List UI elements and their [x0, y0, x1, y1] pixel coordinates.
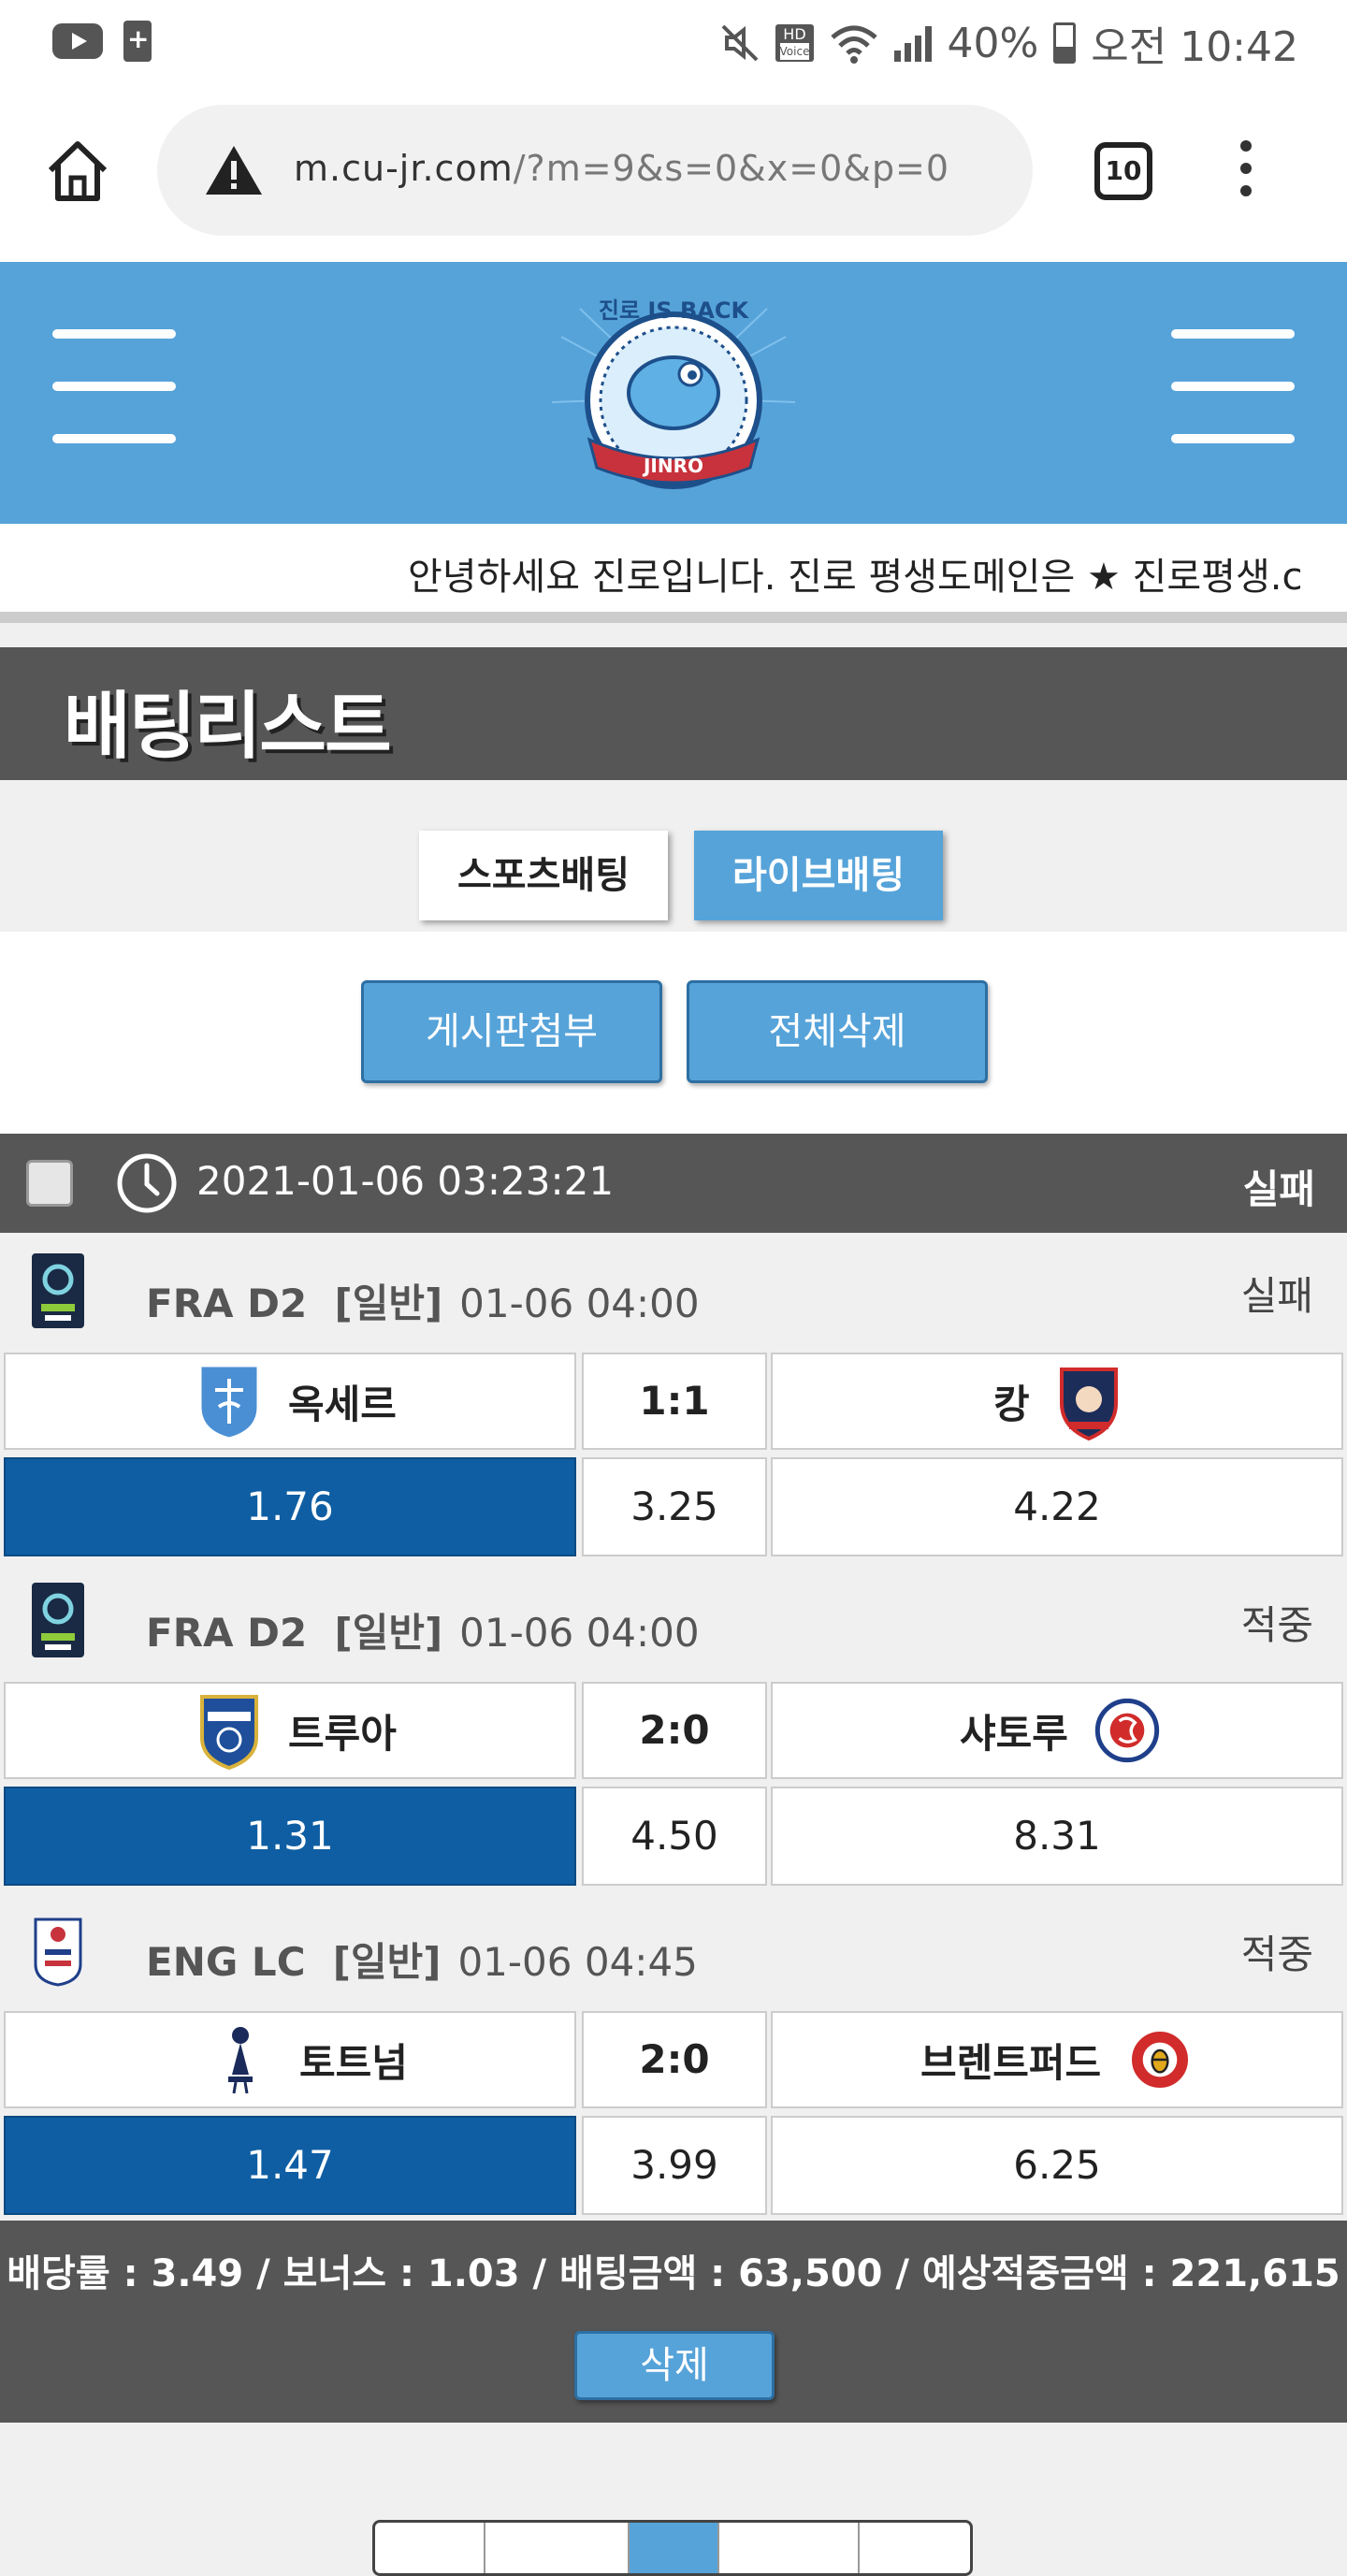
home-team: 옥세르 — [4, 1353, 576, 1450]
pagination — [372, 2520, 973, 2576]
tottenham-crest-icon — [228, 2027, 253, 2094]
odd-draw[interactable]: 3.25 — [582, 1457, 767, 1556]
chateauroux-crest-icon — [1094, 1698, 1160, 1763]
site-header: JINRO 진로 IS BACK — [0, 262, 1347, 524]
match-league: FRA D2 [일반] 01-06 04:00 — [146, 1610, 700, 1656]
jinro-logo[interactable]: JINRO 진로 IS BACK — [543, 281, 804, 514]
notice-marquee: 안녕하세요 진로입니다. 진로 평생도메인은 ★ 진로평생.c — [0, 524, 1347, 623]
hamburger-icon[interactable] — [52, 329, 176, 486]
match-score: 1:1 — [582, 1353, 767, 1450]
match-block: ENG LC [일반] 01-06 04:45 적중 토트넘 2:0 브렌트퍼드 … — [0, 1891, 1347, 2221]
logo-top-text: 진로 IS BACK — [599, 297, 750, 324]
battery-saver-icon — [123, 21, 152, 62]
page-next-button[interactable] — [719, 2523, 860, 2573]
battery-percent: 40% — [947, 19, 1039, 67]
troyes-crest-icon — [200, 1695, 258, 1770]
odd-draw[interactable]: 3.99 — [582, 2116, 767, 2215]
browser-toolbar: m.cu-jr.com/?m=9&s=0&x=0&p=0 10 — [0, 80, 1347, 262]
page-first-button[interactable] — [375, 2523, 485, 2573]
address-bar[interactable]: m.cu-jr.com/?m=9&s=0&x=0&p=0 — [157, 105, 1033, 236]
bet-summary: 배당률 : 3.49 / 보너스 : 1.03 / 배팅금액 : 63,500 … — [0, 2221, 1347, 2423]
summary-text: 배당률 : 3.49 / 보너스 : 1.03 / 배팅금액 : 63,500 … — [7, 2252, 1340, 2295]
tab-live-betting[interactable]: 라이브배팅 — [694, 831, 943, 920]
wifi-icon — [831, 25, 878, 64]
match-info: FRA D2 [일반] 01-06 04:00 적중 — [0, 1562, 1347, 1682]
match-result: 적중 — [1240, 1932, 1313, 1977]
page-title-bar: 배팅리스트 — [0, 647, 1347, 780]
match-league: FRA D2 [일반] 01-06 04:00 — [146, 1281, 700, 1326]
bet-status: 실패 — [1242, 1166, 1315, 1212]
tab-sports-betting[interactable]: 스포츠배팅 — [419, 831, 668, 920]
odd-away[interactable]: 8.31 — [771, 1787, 1343, 1886]
clock-time: 오전 10:42 — [1091, 23, 1298, 71]
odd-draw[interactable]: 4.50 — [582, 1787, 767, 1886]
bet-type-tabs: 스포츠배팅 라이브배팅 — [0, 780, 1347, 932]
match-result: 실패 — [1240, 1273, 1313, 1319]
match-info: FRA D2 [일반] 01-06 04:00 실패 — [0, 1233, 1347, 1353]
home-icon[interactable] — [43, 137, 112, 206]
match-block: FRA D2 [일반] 01-06 04:00 실패 옥세르 1:1 캉 1.76… — [0, 1233, 1347, 1562]
odd-home-selected[interactable]: 1.31 — [4, 1787, 576, 1886]
away-team: 샤토루 — [771, 1682, 1343, 1779]
kebab-menu-icon[interactable] — [1240, 140, 1252, 208]
page-title: 배팅리스트 — [64, 685, 392, 769]
ligue2-logo-icon — [32, 1583, 84, 1657]
bet-slip-header: 2021-01-06 03:23:21 실패 — [0, 1134, 1347, 1233]
brentford-crest-icon — [1128, 2028, 1192, 2091]
odd-home-selected[interactable]: 1.47 — [4, 2116, 576, 2215]
caen-crest-icon — [1059, 1368, 1118, 1440]
attach-to-board-button[interactable]: 게시판첨부 — [361, 980, 662, 1083]
clock-icon — [117, 1153, 177, 1213]
signal-icon — [894, 24, 933, 62]
logo-banner-text: JINRO — [642, 455, 703, 477]
match-result: 적중 — [1240, 1602, 1313, 1648]
hamburger-menu-right-icon[interactable] — [1171, 329, 1295, 486]
hd-voice-icon: HD Voice — [775, 24, 815, 62]
match-league: ENG LC [일반] 01-06 04:45 — [146, 1939, 698, 1985]
url-text: m.cu-jr.com/?m=9&s=0&x=0&p=0 — [294, 148, 950, 189]
delete-all-button[interactable]: 전체삭제 — [687, 980, 988, 1083]
bet-datetime: 2021-01-06 03:23:21 — [196, 1158, 615, 1204]
warning-icon[interactable] — [204, 142, 264, 198]
youtube-icon — [52, 23, 103, 59]
match-block: FRA D2 [일반] 01-06 04:00 적중 트루아 2:0 샤토루 1.… — [0, 1562, 1347, 1891]
away-team: 캉 — [771, 1353, 1343, 1450]
delete-button[interactable]: 삭제 — [574, 2331, 775, 2400]
ligue2-logo-icon — [32, 1253, 84, 1328]
checkbox-icon[interactable] — [26, 1160, 73, 1207]
status-bar: HDVoice 40% 오전 10:42 — [0, 0, 1347, 80]
odd-away[interactable]: 4.22 — [771, 1457, 1343, 1556]
match-info: ENG LC [일반] 01-06 04:45 적중 — [0, 1891, 1347, 2011]
match-score: 2:0 — [582, 2011, 767, 2108]
odd-home-selected[interactable]: 1.76 — [4, 1457, 576, 1556]
page-prev-button[interactable] — [485, 2523, 630, 2573]
page-last-button[interactable] — [860, 2523, 970, 2573]
auxerre-crest-icon — [198, 1364, 260, 1440]
match-score: 2:0 — [582, 1682, 767, 1779]
home-team: 트루아 — [4, 1682, 576, 1779]
home-team: 토트넘 — [4, 2011, 576, 2108]
efl-cup-logo-icon — [34, 1918, 82, 1987]
page-current[interactable] — [630, 2523, 719, 2573]
away-team: 브렌트퍼드 — [771, 2011, 1343, 2108]
notice-text: 안녕하세요 진로입니다. 진로 평생도메인은 ★ 진로평생.c — [408, 556, 1303, 599]
mute-icon — [721, 24, 758, 62]
odd-away[interactable]: 6.25 — [771, 2116, 1343, 2215]
tabs-button[interactable]: 10 — [1094, 142, 1152, 200]
battery-icon — [1053, 22, 1077, 64]
action-buttons: 게시판첨부 전체삭제 — [0, 932, 1347, 1134]
